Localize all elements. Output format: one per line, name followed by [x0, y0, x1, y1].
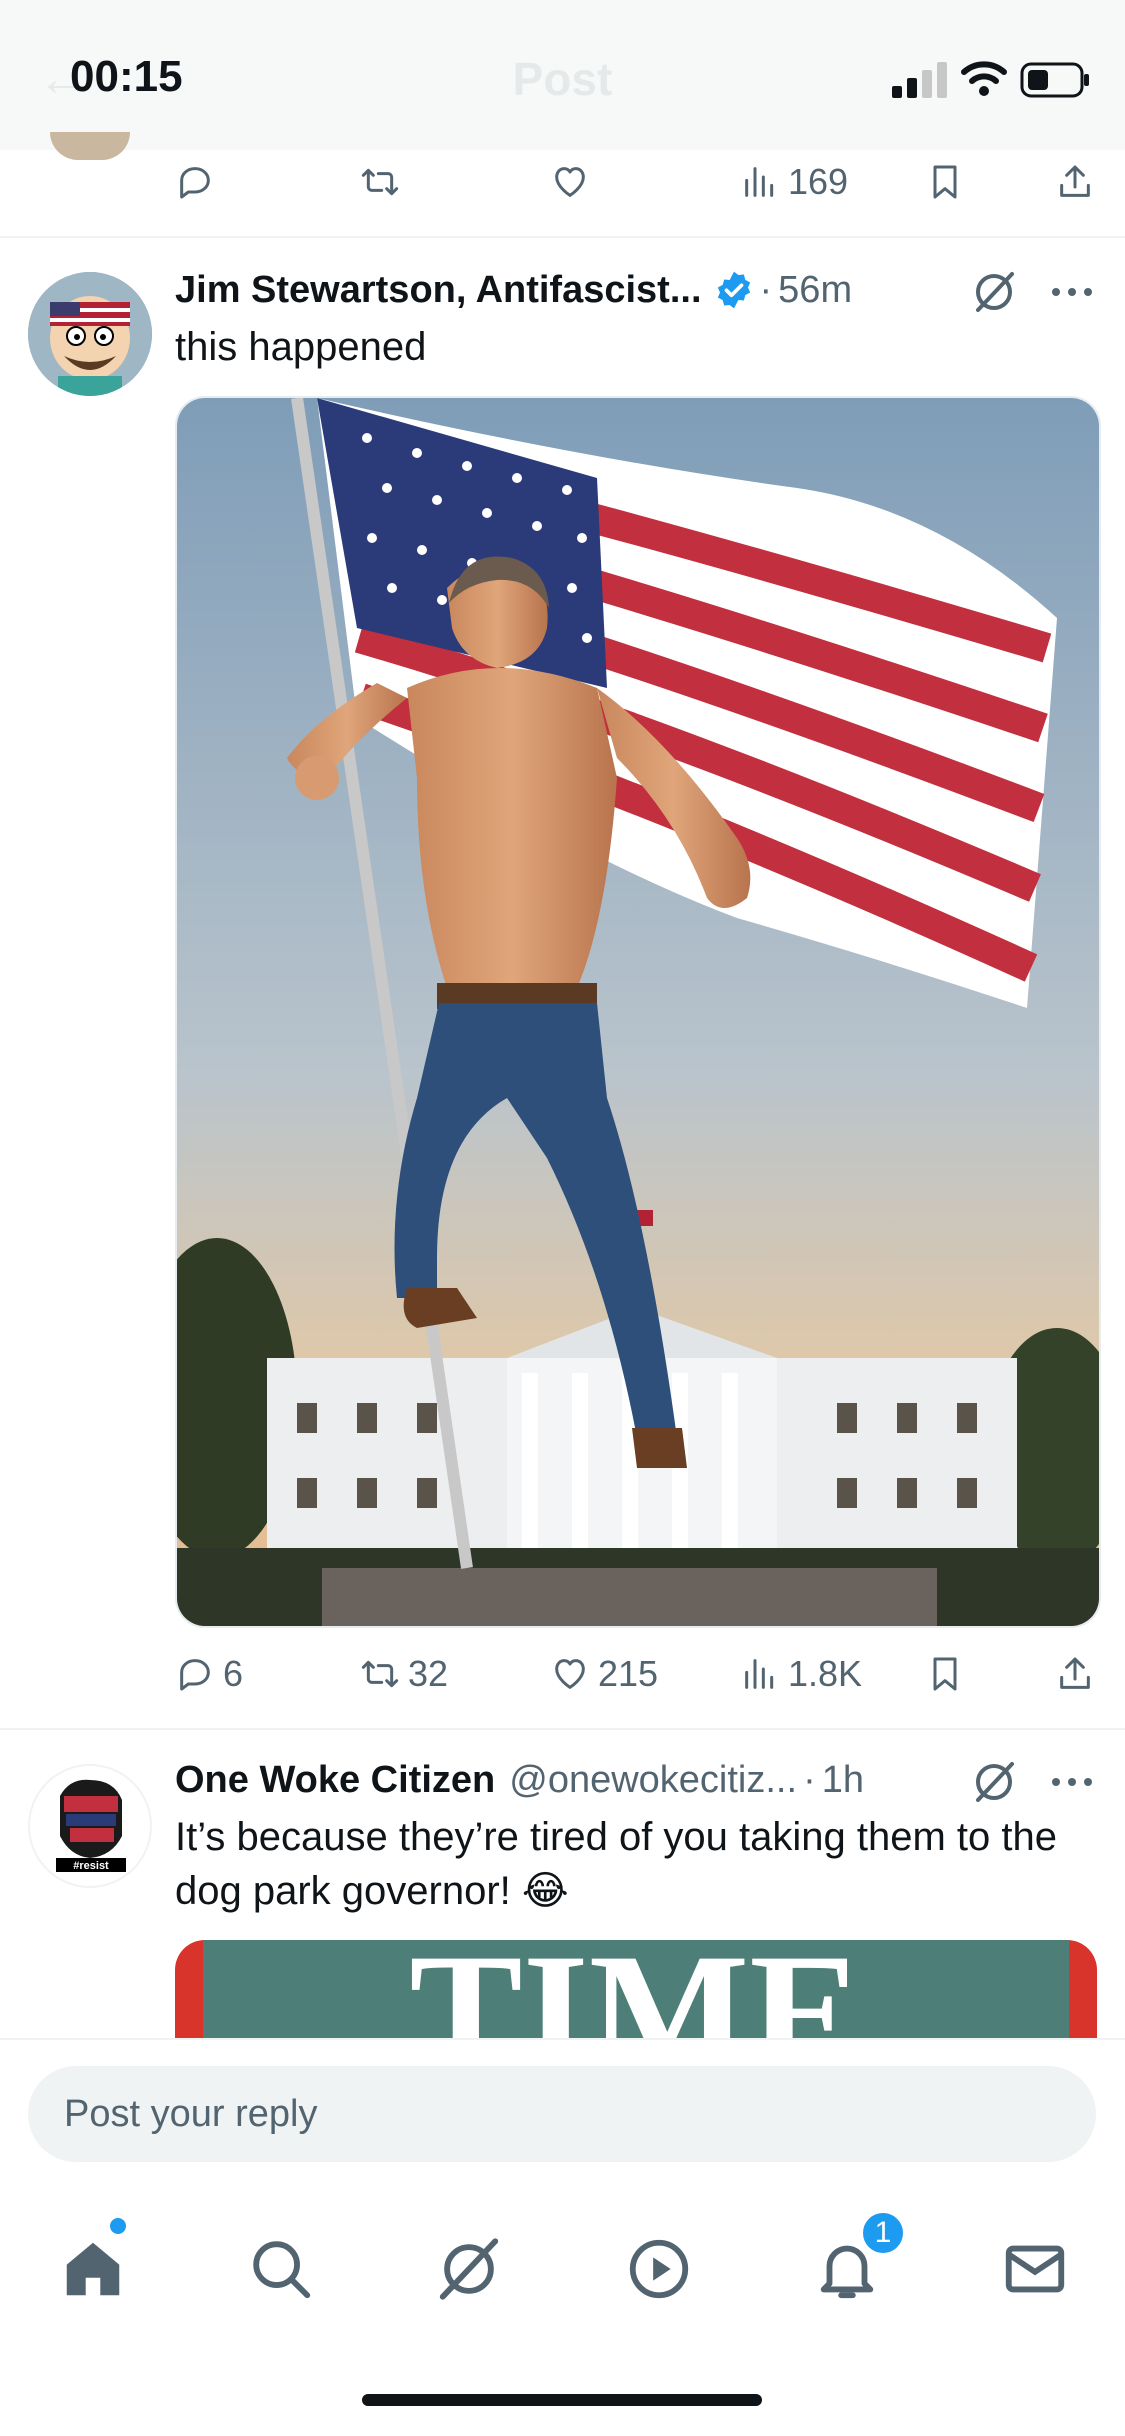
bookmark-button[interactable] — [925, 1644, 965, 1704]
post2-avatar[interactable]: #resist — [28, 1764, 152, 1888]
reply-button[interactable] — [175, 152, 223, 212]
post1-timestamp[interactable]: 56m — [778, 269, 852, 312]
post2-author-name[interactable]: One Woke Citizen — [175, 1759, 495, 1802]
repost-button[interactable]: 32 — [360, 1644, 448, 1704]
search-icon — [253, 2241, 311, 2299]
svg-text:TIME: TIME — [409, 1940, 862, 2040]
battery-icon — [1020, 62, 1089, 98]
post1-text: this happened — [175, 325, 427, 369]
like-icon — [555, 167, 585, 197]
previous-post-actions: 169 — [175, 152, 1095, 212]
signal-icon — [892, 62, 947, 98]
reply-icon — [180, 1659, 210, 1691]
post1-image[interactable] — [175, 396, 1101, 1628]
reply-input[interactable] — [28, 2066, 1096, 2162]
views-button[interactable]: 1.8K — [740, 1644, 862, 1704]
share-button[interactable] — [1055, 152, 1095, 212]
reply-bar — [0, 2038, 1125, 2170]
reply-icon — [180, 167, 210, 199]
post2-timestamp[interactable]: 1h — [822, 1759, 864, 1802]
like-button[interactable] — [550, 152, 598, 212]
home-icon — [66, 2242, 120, 2296]
views-icon — [745, 167, 774, 197]
nav-grok[interactable] — [424, 2224, 514, 2314]
views-icon — [745, 1659, 774, 1689]
nav-search[interactable] — [236, 2224, 326, 2314]
post1-author-name[interactable]: Jim Stewartson, Antifascist... — [175, 269, 702, 312]
svg-text:#resist: #resist — [73, 1860, 109, 1872]
bookmark-icon — [933, 165, 957, 199]
home-indicator[interactable] — [362, 2394, 762, 2406]
grok-icon[interactable] — [970, 1758, 1018, 1806]
verified-badge-icon — [717, 271, 750, 309]
nav-video[interactable] — [614, 2224, 704, 2314]
cartoon-avatar-image — [28, 272, 152, 396]
magazine-cover-image: TIME — [175, 1940, 1097, 2040]
bookmark-icon — [933, 1657, 957, 1691]
repost-icon — [361, 168, 399, 196]
grok-icon — [439, 2238, 499, 2300]
like-count: 215 — [598, 1653, 659, 1694]
reply-button[interactable]: 6 — [175, 1644, 243, 1704]
share-button[interactable] — [1055, 1644, 1095, 1704]
bookmark-button[interactable] — [925, 152, 965, 212]
post1-actions: 6 32 215 1.8K — [175, 1644, 1095, 1704]
repost-icon — [361, 1660, 399, 1688]
wifi-icon — [961, 61, 1007, 96]
post1-header: Jim Stewartson, Antifascist... · 56m — [175, 268, 853, 312]
grok-icon[interactable] — [970, 268, 1018, 316]
nav-home[interactable] — [48, 2224, 138, 2314]
previous-post-avatar[interactable] — [50, 132, 130, 160]
reply-count: 6 — [223, 1653, 244, 1694]
post2-header: One Woke Citizen @onewokecitiz... · 1h — [175, 1758, 864, 1802]
more-options-icon[interactable] — [1050, 1775, 1094, 1789]
post1-avatar[interactable] — [28, 272, 152, 396]
status-time: 00:15 — [70, 52, 183, 101]
repost-button[interactable] — [360, 152, 408, 212]
repost-count: 32 — [408, 1653, 449, 1694]
share-icon — [1060, 1657, 1090, 1689]
like-icon — [555, 1659, 585, 1689]
divider — [0, 236, 1125, 238]
like-button[interactable]: 215 — [550, 1644, 658, 1704]
home-new-dot — [110, 2218, 126, 2234]
post2-text: It’s because they’re tired of you taking… — [175, 1815, 1057, 1913]
photo-image — [177, 398, 1099, 1626]
post2-handle[interactable]: @onewokecitiz... — [509, 1759, 797, 1802]
views-button[interactable]: 169 — [740, 152, 848, 212]
resist-fist-image: #resist — [56, 1779, 126, 1872]
divider — [0, 1728, 1125, 1730]
video-icon — [629, 2239, 689, 2299]
post2-image[interactable]: TIME — [175, 1940, 1097, 2040]
more-options-icon[interactable] — [1050, 285, 1094, 299]
status-bar: ← Post 00:15 — [0, 0, 1125, 150]
notification-count-badge: 1 — [860, 2210, 906, 2256]
views-count: 1.8K — [788, 1653, 863, 1694]
nav-messages[interactable] — [990, 2224, 1080, 2314]
share-icon — [1060, 165, 1090, 197]
messages-icon — [1005, 2245, 1065, 2293]
